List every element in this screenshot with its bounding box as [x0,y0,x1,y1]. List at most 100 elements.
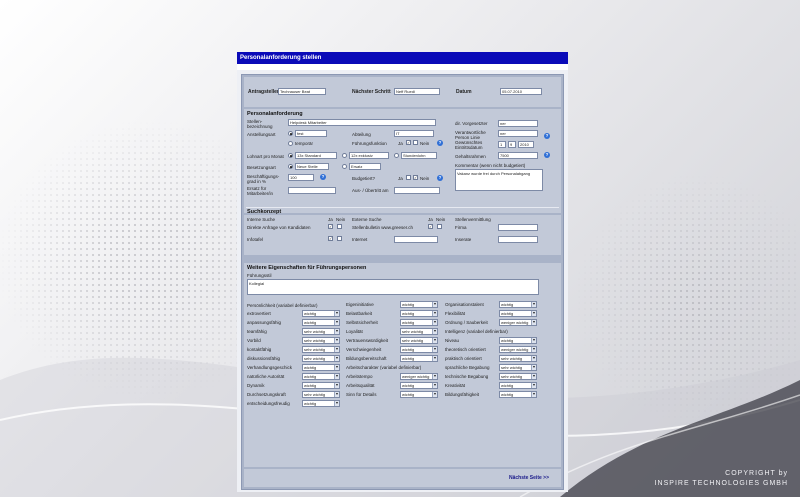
eintritt-year-field[interactable]: 2010 [518,141,534,148]
antragsteller-label: Antragsteller [248,89,279,95]
lohnart-radio-1[interactable] [288,153,293,158]
next-page-link[interactable]: Nächste Seite >> [509,475,549,481]
verantwortliche-field[interactable]: ner [498,130,538,137]
importance-select[interactable]: sehr wichtig ▼ [400,328,438,335]
importance-select[interactable]: wichtig ▼ [302,382,340,389]
aus-uebertritt-field[interactable] [394,187,440,194]
internet-label: Internet [352,237,368,242]
gehaltsrahmen-field[interactable]: 7500 [498,152,538,159]
importance-select[interactable]: sehr wichtig ▼ [499,364,537,371]
importance-select[interactable]: sehr wichtig ▼ [302,328,340,335]
importance-select[interactable]: sehr wichtig ▼ [499,355,537,362]
chevron-down-icon: ▼ [334,320,339,325]
abteilung-field[interactable]: IT [394,130,434,137]
property-label: teamfähig [247,329,267,334]
importance-select[interactable]: weniger wichtig ▼ [400,373,438,380]
help-icon[interactable]: ? [320,174,326,180]
importance-value: wichtig [402,392,415,397]
stelleninserat-nein[interactable] [437,224,442,229]
chevron-down-icon: ▼ [432,347,437,352]
fuehrung-ja-checkbox[interactable]: ✓ [406,140,411,145]
vorgesetzter-field[interactable]: ner [498,120,538,127]
temporaer-radio[interactable] [288,141,293,146]
eintritt-day-field[interactable]: 1 [498,141,506,148]
importance-select[interactable]: wichtig ▼ [302,310,340,317]
property-label: technische Begabung [445,374,489,379]
chevron-down-icon: ▼ [531,392,536,397]
importance-select[interactable]: sehr wichtig ▼ [302,355,340,362]
property-label: entscheidungsfreudig [247,401,290,406]
eintritt-month-field[interactable]: 9 [508,141,516,148]
importance-value: wichtig [501,302,514,307]
fuehrung-nein-checkbox[interactable] [413,140,418,145]
fest-field[interactable]: fest [295,130,327,137]
importance-value: sehr wichtig [304,338,326,343]
lohnart-opt1[interactable]: 13x Standard [295,152,337,159]
budget-nein-checkbox[interactable]: ✓ [413,175,418,180]
importance-select[interactable]: wichtig ▼ [499,391,537,398]
lohnart-radio-2[interactable] [342,153,347,158]
property-label: Selbstsicherheit [346,320,378,325]
internet-field[interactable] [394,236,438,243]
stellenbezeichnung-label: Stellen-bezeichnung [247,119,273,129]
eintrittsdatum-label: Gewünschtes Eintrittsdatum [455,140,483,150]
lohnart-opt3[interactable]: Stundenlohn [401,152,437,159]
help-icon[interactable]: ? [544,133,550,139]
importance-select[interactable]: sehr wichtig ▼ [302,346,340,353]
importance-select[interactable]: wichtig ▼ [302,373,340,380]
importance-select[interactable]: sehr wichtig ▼ [499,373,537,380]
property-label: Belastbarkeit [346,311,373,316]
importance-select[interactable]: sehr wichtig ▼ [302,391,340,398]
fest-radio[interactable] [288,131,293,136]
antragsteller-field[interactable]: Technauser Beat [278,88,326,95]
property-label: Niveau [445,338,460,343]
ersatz-fuer-field[interactable] [288,187,336,194]
importance-select[interactable]: sehr wichtig ▼ [400,337,438,344]
besetzung-radio-2[interactable] [342,164,347,169]
lohnart-radio-3[interactable] [394,153,399,158]
direkte-anfrage-nein[interactable] [337,224,342,229]
inserate-field[interactable] [498,236,538,243]
personal-section-title: Personalanforderung [247,111,303,117]
fuehrungsstil-textarea[interactable]: Kollegial [247,279,539,295]
importance-select[interactable]: wichtig ▼ [499,310,537,317]
stelleninserat-ja[interactable]: ✓ [428,224,433,229]
importance-select[interactable]: weniger wichtig ▼ [499,319,537,326]
importance-select[interactable]: wichtig ▼ [400,301,438,308]
importance-select[interactable]: wichtig ▼ [302,400,340,407]
importance-select[interactable]: wichtig ▼ [400,355,438,362]
infotafel-nein[interactable] [337,236,342,241]
besetzung-opt2[interactable]: Ersatz [349,163,381,170]
infotafel-ja[interactable]: ✓ [328,236,333,241]
importance-select[interactable]: wichtig ▼ [400,346,438,353]
importance-select[interactable]: wichtig ▼ [302,364,340,371]
importance-select[interactable]: sehr wichtig ▼ [302,337,340,344]
importance-select[interactable]: wichtig ▼ [499,301,537,308]
importance-select[interactable]: wichtig ▼ [400,391,438,398]
help-icon[interactable]: ? [544,152,550,158]
naechster-schritt-field[interactable]: Neff Ruedi [394,88,440,95]
importance-select[interactable]: wichtig ▼ [400,319,438,326]
budget-ja-checkbox[interactable] [406,175,411,180]
importance-select[interactable]: wichtig ▼ [400,310,438,317]
besetzung-radio-1[interactable] [288,164,293,169]
importance-select[interactable]: wichtig ▼ [499,382,537,389]
help-icon[interactable]: ? [437,140,443,146]
importance-select[interactable]: wichtig ▼ [400,382,438,389]
firma-field[interactable] [498,224,538,231]
importance-value: wichtig [402,356,415,361]
importance-select[interactable]: wichtig ▼ [499,337,537,344]
lohnart-opt2[interactable]: 12x exklusiv [349,152,389,159]
besetzung-opt1[interactable]: Neue Stelle [295,163,329,170]
beschaeftigungsgrad-field[interactable]: 100 [288,174,314,181]
extern-nein-label: Nein [436,217,446,222]
datum-field[interactable]: 05.07.2010 [500,88,542,95]
importance-select[interactable]: weniger wichtig ▼ [499,346,537,353]
kommentar-textarea[interactable]: Vakanz wurde frei durch Personalabgang [455,169,543,191]
help-icon[interactable]: ? [437,175,443,181]
importance-select[interactable]: wichtig ▼ [302,319,340,326]
externe-suche-label: Externe Suche [352,217,382,222]
stellenbezeichnung-field[interactable]: Helpdesk Mitarbeiter [288,119,436,126]
direkte-anfrage-ja[interactable]: ✓ [328,224,333,229]
property-label: Organisationstalent [445,302,484,307]
